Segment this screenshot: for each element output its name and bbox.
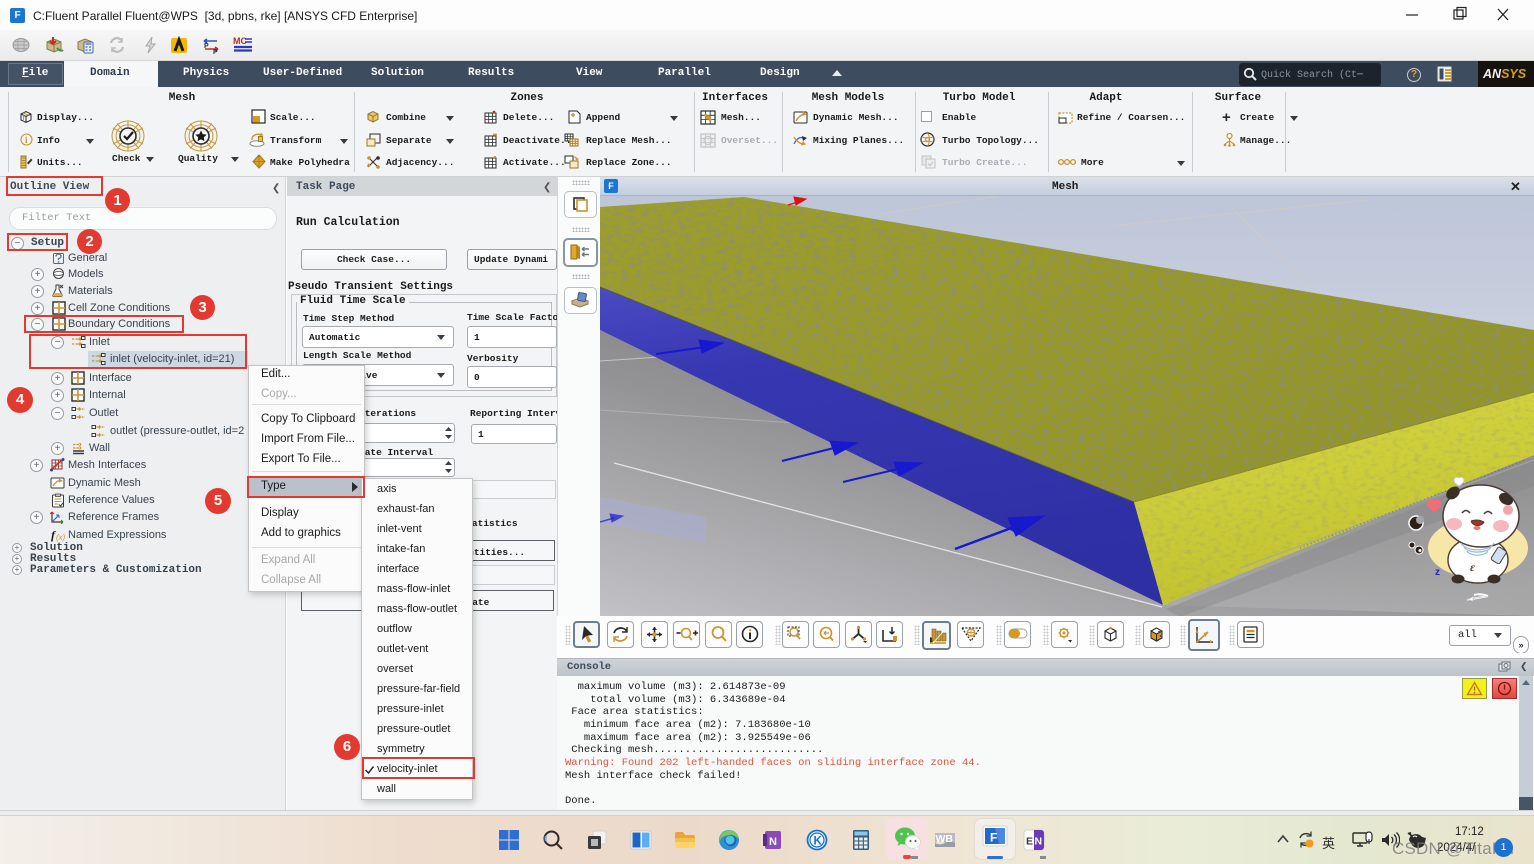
svg-text:i: i — [25, 135, 28, 145]
svg-text:N: N — [769, 836, 777, 848]
svg-text:P: P — [204, 43, 209, 50]
svg-text:ε: ε — [1470, 560, 1475, 574]
svg-text:E: E — [1026, 836, 1033, 848]
svg-text:z: z — [1435, 567, 1440, 578]
svg-text:N: N — [1035, 836, 1043, 848]
svg-text:K: K — [814, 836, 823, 848]
svg-text:MC: MC — [233, 36, 247, 46]
svg-text:WB: WB — [936, 833, 954, 845]
svg-text:(x): (x) — [56, 533, 66, 542]
svg-text:F: F — [990, 831, 997, 845]
svg-text:P: P — [213, 49, 218, 55]
